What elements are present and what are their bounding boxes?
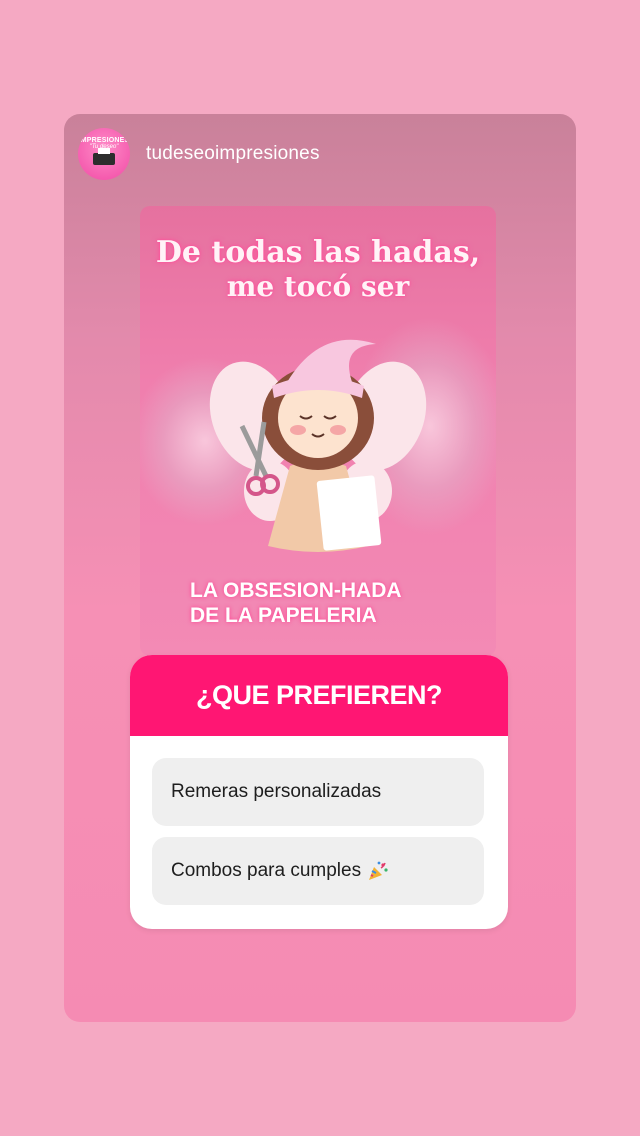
post-image: De todas las hadas, me tocó ser LA OBSES… (140, 206, 496, 656)
username[interactable]: tudeseoimpresiones (146, 143, 320, 165)
poll-sticker: ¿QUE PREFIEREN? Remeras personalizadas C… (130, 655, 508, 929)
post-caption-line2: DE LA PAPELERIA (190, 604, 377, 628)
poll-option-label: Remeras personalizadas (171, 781, 382, 802)
post-caption: LA OBSESION-HADA DE LA PAPELERIA (190, 578, 402, 628)
story-card: IMPRESIONES "Tu deseo" tudeseoimpresione… (64, 114, 576, 1022)
party-popper-icon (369, 861, 388, 880)
post-title-line1: De todas las hadas, (155, 235, 481, 270)
fairy-illustration (209, 339, 427, 552)
post-title-line2: me tocó ser (226, 269, 410, 303)
printer-icon (93, 148, 115, 165)
poll-option-1[interactable]: Remeras personalizadas (152, 758, 484, 826)
poll-option-2[interactable]: Combos para cumples (152, 837, 484, 905)
avatar-brand-text: IMPRESIONES (78, 137, 130, 144)
poll-question: ¿QUE PREFIEREN? (195, 680, 443, 710)
story-header: IMPRESIONES "Tu deseo" tudeseoimpresione… (78, 128, 320, 180)
poll-header: ¿QUE PREFIEREN? (130, 655, 508, 736)
post-title: De todas las hadas, me tocó ser (140, 235, 496, 303)
poll-option-text: Combos para cumples (171, 860, 362, 881)
poll-option-label: Combos para cumples (171, 860, 389, 882)
post-caption-line1: LA OBSESION-HADA (190, 579, 402, 602)
avatar[interactable]: IMPRESIONES "Tu deseo" (78, 128, 130, 180)
